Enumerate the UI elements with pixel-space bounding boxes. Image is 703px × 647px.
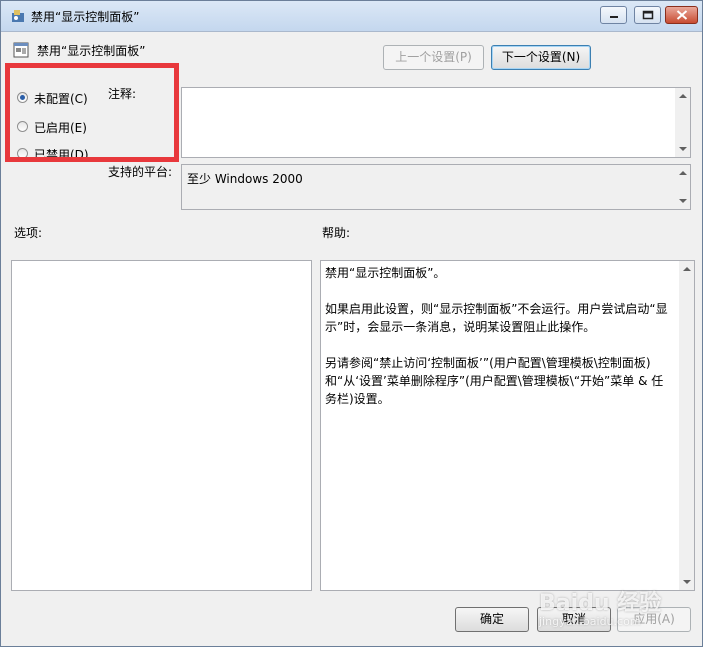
- previous-setting-button[interactable]: 上一个设置(P): [383, 45, 484, 70]
- title-bar[interactable]: 禁用“显示控制面板”: [1, 1, 702, 32]
- radio-label: 已启用(E): [34, 121, 87, 135]
- cancel-button[interactable]: 取消: [537, 607, 611, 632]
- scroll-up-icon[interactable]: [679, 171, 687, 175]
- maximize-icon: [642, 10, 653, 20]
- options-panel: [11, 260, 312, 591]
- minimize-icon: [609, 16, 618, 18]
- close-icon: [676, 10, 687, 20]
- platform-scrollbar[interactable]: [675, 165, 690, 209]
- supported-platform-label: 支持的平台:: [108, 165, 173, 179]
- scroll-up-icon[interactable]: [683, 267, 691, 271]
- help-paragraph: 禁用“显示控制面板”。: [325, 266, 446, 280]
- highlight-box: [5, 63, 179, 162]
- window-title: 禁用“显示控制面板”: [31, 10, 140, 24]
- comment-scrollbar[interactable]: [675, 88, 690, 157]
- options-label: 选项:: [14, 226, 43, 240]
- comment-label: 注释:: [108, 87, 137, 101]
- radio-button[interactable]: [17, 121, 28, 132]
- apply-button[interactable]: 应用(A): [617, 607, 691, 632]
- help-paragraph: 如果启用此设置，则“显示控制面板”不会运行。用户尝试启动“显示”时，会显示一条消…: [325, 302, 668, 334]
- scroll-up-icon[interactable]: [679, 94, 687, 98]
- supported-platform-box: 至少 Windows 2000: [181, 164, 691, 210]
- policy-name: 禁用“显示控制面板”: [37, 44, 146, 58]
- scroll-down-icon[interactable]: [679, 199, 687, 203]
- radio-button[interactable]: [17, 92, 28, 103]
- ok-button[interactable]: 确定: [455, 607, 529, 632]
- group-policy-icon: [10, 8, 26, 24]
- help-scrollbar[interactable]: [679, 261, 694, 590]
- scroll-down-icon[interactable]: [683, 580, 691, 584]
- help-label: 帮助:: [322, 226, 351, 240]
- minimize-button[interactable]: [600, 6, 627, 24]
- radio-button[interactable]: [17, 148, 28, 159]
- scroll-down-icon[interactable]: [679, 147, 687, 151]
- radio-label: 已禁用(D): [34, 148, 89, 162]
- policy-dialog: 禁用“显示控制面板” 禁用“显示控制面板” 上一个设置(P) 下一个设置(N) …: [0, 0, 703, 647]
- help-text: 禁用“显示控制面板”。 如果启用此设置，则“显示控制面板”不会运行。用户尝试启动…: [325, 264, 674, 426]
- help-panel: 禁用“显示控制面板”。 如果启用此设置，则“显示控制面板”不会运行。用户尝试启动…: [320, 260, 695, 591]
- comment-textbox[interactable]: [181, 87, 691, 158]
- next-setting-button[interactable]: 下一个设置(N): [491, 45, 591, 70]
- maximize-button[interactable]: [634, 6, 661, 24]
- policy-setting-icon: [13, 42, 29, 58]
- supported-platform-value: 至少 Windows 2000: [187, 172, 303, 186]
- help-paragraph: 另请参阅“禁止访问‘控制面板’”(用户配置\管理模板\控制面板)和“从‘设置’菜…: [325, 356, 664, 406]
- close-button[interactable]: [665, 6, 698, 24]
- radio-label: 未配置(C): [34, 92, 88, 106]
